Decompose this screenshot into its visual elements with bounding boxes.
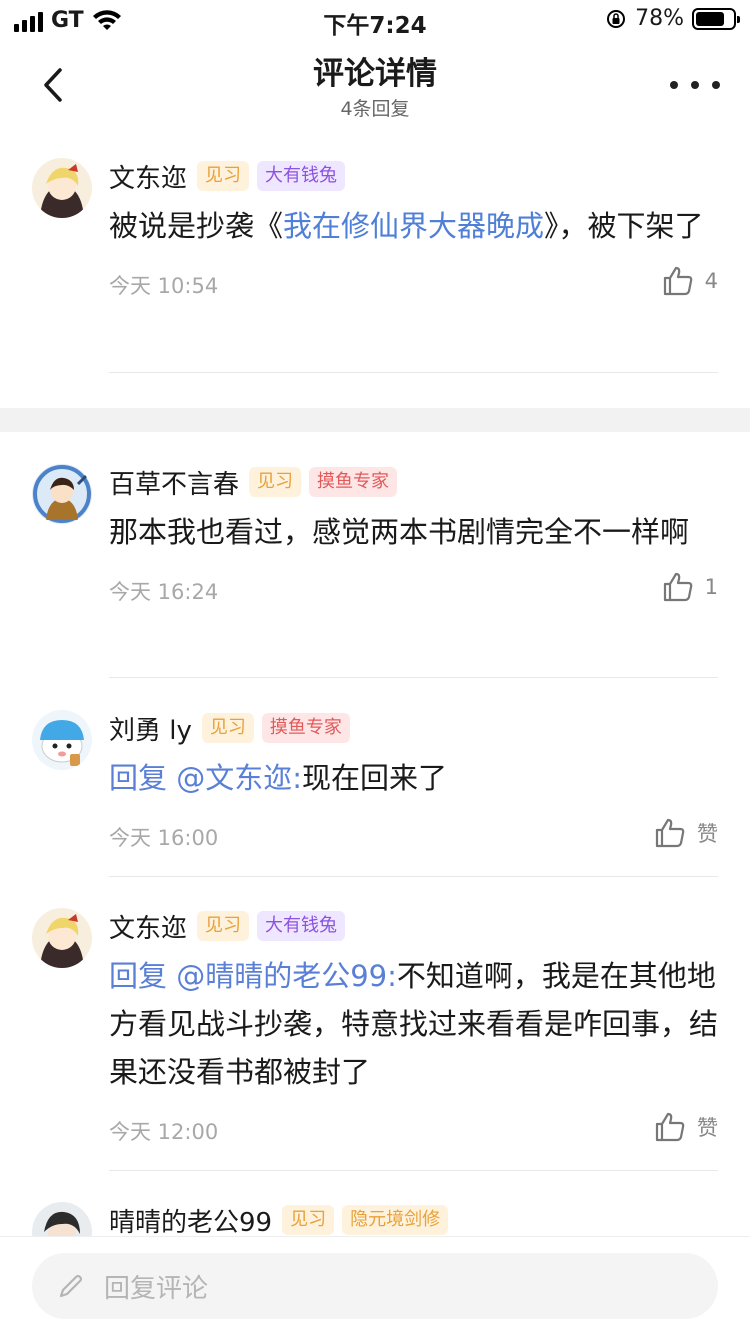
reply-mention[interactable]: 回复 @文东迩: [109, 761, 302, 795]
title-badge: 大有钱兔 [257, 911, 346, 941]
comment-text: 那本我也看过，感觉两本书剧情完全不一样啊 [109, 515, 690, 549]
thumbs-up-icon [663, 572, 692, 602]
avatar[interactable] [32, 464, 92, 524]
section-separator [0, 408, 750, 432]
divider [109, 1170, 718, 1171]
nav-bar: 评论详情 4条回复 [0, 40, 750, 130]
like-label: 赞 [697, 822, 718, 846]
comment-text: 回复 @文东迩:现在回来了 [109, 754, 718, 802]
level-badge: 见习 [197, 911, 250, 941]
username[interactable]: 文东迩 [109, 158, 187, 195]
pencil-icon [59, 1274, 83, 1298]
level-badge: 见习 [197, 161, 250, 191]
like-button[interactable]: 赞 [653, 816, 718, 850]
level-badge: 见习 [282, 1205, 335, 1235]
comment-time: 今天 16:00 [109, 826, 219, 850]
comment-text-part: 》，被下架了 [544, 209, 704, 243]
reply-bar: 回复评论 [0, 1236, 750, 1334]
title-badge: 隐元境剑修 [342, 1205, 449, 1235]
thumbs-up-icon [655, 818, 685, 848]
avatar[interactable] [32, 908, 92, 968]
divider [109, 677, 718, 678]
comment-time: 今天 10:54 [109, 274, 219, 298]
more-icon[interactable] [670, 70, 720, 100]
like-button[interactable]: 1 [661, 570, 718, 604]
username[interactable]: 晴晴的老公99 [109, 1202, 272, 1239]
like-count: 4 [704, 269, 718, 293]
comment-text-part: 被说是抄袭《 [109, 209, 284, 243]
rotation-lock-icon [607, 9, 626, 28]
thumbs-up-icon [663, 266, 692, 296]
avatar[interactable] [32, 710, 92, 770]
username[interactable]: 文东迩 [109, 908, 187, 945]
page-title: 评论详情 [313, 56, 437, 92]
battery-icon [692, 7, 740, 30]
like-button[interactable]: 4 [661, 264, 718, 298]
battery-percent: 78% [635, 6, 684, 31]
comment-time: 今天 16:24 [109, 580, 219, 604]
title-badge: 摸鱼专家 [261, 713, 350, 743]
book-link[interactable]: 我在修仙界大器晚成 [283, 209, 544, 243]
like-label: 赞 [697, 1116, 718, 1140]
comment-time: 今天 12:00 [109, 1120, 219, 1144]
level-badge: 见习 [249, 467, 302, 497]
comment-text: 被说是抄袭《我在修仙界大器晚成》，被下架了 [109, 202, 718, 250]
like-count: 1 [704, 575, 718, 599]
reply-placeholder: 回复评论 [104, 1273, 209, 1304]
comment-text-part: 现在回来了 [302, 761, 448, 795]
level-badge: 见习 [201, 713, 254, 743]
username[interactable]: 百草不言春 [109, 464, 239, 501]
like-button[interactable]: 赞 [653, 1110, 718, 1144]
title-badge: 摸鱼专家 [309, 467, 398, 497]
reply-input[interactable]: 回复评论 [32, 1253, 718, 1319]
thumbs-up-icon [655, 1112, 685, 1142]
title-badge: 大有钱兔 [257, 161, 346, 191]
avatar[interactable] [32, 158, 92, 218]
comment-text: 回复 @晴晴的老公99:不知道啊，我是在其他地方看见战斗抄袭，特意找过来看看是咋… [109, 952, 718, 1096]
divider [109, 876, 718, 877]
reply-mention[interactable]: 回复 @晴晴的老公99: [109, 959, 397, 993]
username[interactable]: 刘勇 ly [109, 710, 192, 747]
divider [109, 372, 718, 373]
status-bar: GT 下午7:24 78% [0, 0, 750, 40]
reply-count: 4条回复 [340, 98, 410, 120]
